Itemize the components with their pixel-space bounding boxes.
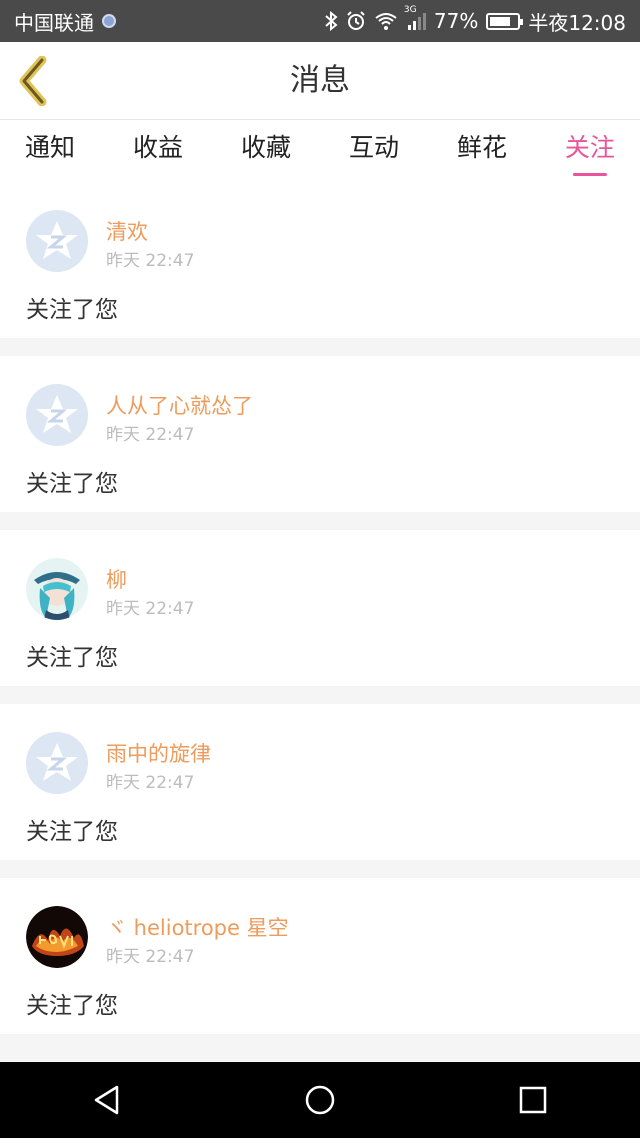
tab-label: 通知 bbox=[25, 133, 76, 162]
battery-icon bbox=[486, 12, 524, 30]
tab-interactions[interactable]: 互动 bbox=[349, 120, 399, 182]
nav-home-button[interactable] bbox=[290, 1070, 350, 1130]
message-text: 关注了您 bbox=[26, 993, 118, 1019]
triangle-back-icon bbox=[94, 1085, 118, 1115]
list-item[interactable]: 清欢 昨天 22:47 关注了您 bbox=[0, 182, 640, 338]
default-avatar-icon[interactable] bbox=[26, 210, 88, 272]
back-button[interactable] bbox=[14, 55, 54, 107]
tab-label: 互动 bbox=[348, 133, 399, 162]
tab-label: 鲜花 bbox=[456, 133, 507, 162]
tab-flowers[interactable]: 鲜花 bbox=[457, 120, 507, 182]
timestamp: 昨天 22:47 bbox=[106, 947, 195, 967]
network-type: 3G bbox=[403, 5, 417, 15]
username[interactable]: 雨中的旋律 bbox=[106, 738, 211, 768]
app-header: 消息 bbox=[0, 42, 640, 120]
status-bar: 中国联通 3G 77% 半夜12:08 bbox=[0, 0, 640, 42]
battery-percent: 77% bbox=[433, 9, 479, 33]
default-avatar-icon[interactable] bbox=[26, 384, 88, 446]
bluetooth-icon bbox=[324, 11, 338, 31]
tab-label: 收藏 bbox=[240, 133, 291, 162]
system-navigation-bar bbox=[0, 1062, 640, 1138]
alarm-icon bbox=[346, 11, 366, 31]
back-arrow-icon bbox=[19, 55, 47, 107]
list-item[interactable]: ヾ heliotrope 星空 昨天 22:47 关注了您 bbox=[0, 878, 640, 1034]
page-title: 消息 bbox=[290, 63, 350, 98]
default-avatar-icon[interactable] bbox=[26, 732, 88, 794]
tab-notifications[interactable]: 通知 bbox=[25, 120, 75, 182]
carrier-name: 中国联通 bbox=[14, 10, 94, 35]
tab-label: 收益 bbox=[132, 133, 183, 162]
message-text: 关注了您 bbox=[26, 297, 118, 323]
tab-label: 关注 bbox=[564, 133, 615, 162]
message-list: 清欢 昨天 22:47 关注了您 人从了心就怂了 昨天 22:47 关注了您 柳… bbox=[0, 182, 640, 1052]
username[interactable]: 人从了心就怂了 bbox=[106, 390, 253, 420]
tab-favorites[interactable]: 收藏 bbox=[241, 120, 291, 182]
username[interactable]: 柳 bbox=[106, 564, 127, 594]
user-avatar[interactable] bbox=[26, 558, 88, 620]
circle-home-icon bbox=[305, 1085, 335, 1115]
timestamp: 昨天 22:47 bbox=[106, 773, 195, 793]
tab-earnings[interactable]: 收益 bbox=[133, 120, 183, 182]
timestamp: 昨天 22:47 bbox=[106, 425, 195, 445]
list-item[interactable]: 雨中的旋律 昨天 22:47 关注了您 bbox=[0, 704, 640, 860]
username[interactable]: ヾ heliotrope 星空 bbox=[106, 912, 289, 942]
message-text: 关注了您 bbox=[26, 471, 118, 497]
message-text: 关注了您 bbox=[26, 819, 118, 845]
tab-bar: 通知 收益 收藏 互动 鲜花 关注 bbox=[0, 120, 640, 182]
carrier-badge-icon bbox=[102, 14, 116, 28]
nav-recents-button[interactable] bbox=[503, 1070, 563, 1130]
username[interactable]: 清欢 bbox=[106, 216, 148, 246]
signal-icon: 3G bbox=[404, 5, 426, 31]
active-tab-indicator bbox=[572, 173, 607, 176]
clock: 半夜12:08 bbox=[528, 10, 626, 35]
list-item[interactable]: 柳 昨天 22:47 关注了您 bbox=[0, 530, 640, 686]
wifi-icon bbox=[374, 11, 398, 31]
timestamp: 昨天 22:47 bbox=[106, 599, 195, 619]
timestamp: 昨天 22:47 bbox=[106, 251, 195, 271]
tab-follows[interactable]: 关注 bbox=[565, 120, 615, 182]
user-avatar[interactable] bbox=[26, 906, 88, 968]
square-recents-icon bbox=[520, 1086, 547, 1114]
nav-back-button[interactable] bbox=[77, 1070, 137, 1130]
list-item[interactable]: 人从了心就怂了 昨天 22:47 关注了您 bbox=[0, 356, 640, 512]
message-text: 关注了您 bbox=[26, 645, 118, 671]
battery-level bbox=[490, 16, 511, 26]
